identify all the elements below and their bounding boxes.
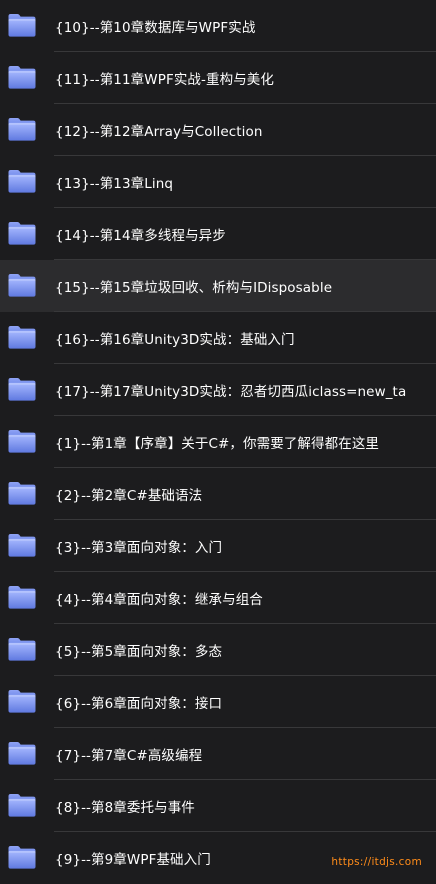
folder-name: {2}--第2章C#基础语法 <box>55 488 203 504</box>
folder-icon <box>7 324 37 350</box>
folder-name: {15}--第15章垃圾回收、析构与IDisposable <box>55 280 333 296</box>
folder-name: {12}--第12章Array与Collection <box>55 124 263 140</box>
folder-list: {10}--第10章数据库与WPF实战 {11}--第11章WPF实战-重构与美… <box>0 0 436 884</box>
folder-row[interactable]: {4}--第4章面向对象：继承与组合 <box>0 572 436 624</box>
folder-name: {7}--第7章C#高级编程 <box>55 748 203 764</box>
folder-icon <box>7 116 37 142</box>
folder-row[interactable]: {8}--第8章委托与事件 <box>0 780 436 832</box>
folder-name: {4}--第4章面向对象：继承与组合 <box>55 592 263 608</box>
folder-row[interactable]: {13}--第13章Linq <box>0 156 436 208</box>
folder-row[interactable]: {7}--第7章C#高级编程 <box>0 728 436 780</box>
folder-row[interactable]: {1}--第1章【序章】关于C#，你需要了解得都在这里 <box>0 416 436 468</box>
folder-row[interactable]: {5}--第5章面向对象：多态 <box>0 624 436 676</box>
folder-name: {6}--第6章面向对象：接口 <box>55 696 223 712</box>
folder-name: {14}--第14章多线程与异步 <box>55 228 226 244</box>
folder-icon <box>7 740 37 766</box>
folder-row[interactable]: {16}--第16章Unity3D实战：基础入门 <box>0 312 436 364</box>
folder-row[interactable]: {3}--第3章面向对象：入门 <box>0 520 436 572</box>
folder-name: {10}--第10章数据库与WPF实战 <box>55 20 256 36</box>
folder-icon <box>7 64 37 90</box>
folder-icon <box>7 584 37 610</box>
folder-name: {3}--第3章面向对象：入门 <box>55 540 223 556</box>
folder-icon <box>7 688 37 714</box>
folder-name: {17}--第17章Unity3D实战：忍者切西瓜iclass=new_ta <box>55 384 407 400</box>
folder-name: {5}--第5章面向对象：多态 <box>55 644 223 660</box>
folder-name: {1}--第1章【序章】关于C#，你需要了解得都在这里 <box>55 436 380 452</box>
folder-icon <box>7 376 37 402</box>
folder-icon <box>7 480 37 506</box>
folder-row[interactable]: {6}--第6章面向对象：接口 <box>0 676 436 728</box>
folder-name: {16}--第16章Unity3D实战：基础入门 <box>55 332 295 348</box>
folder-row[interactable]: {12}--第12章Array与Collection <box>0 104 436 156</box>
folder-icon <box>7 12 37 38</box>
folder-name: {8}--第8章委托与事件 <box>55 800 195 816</box>
folder-row[interactable]: {10}--第10章数据库与WPF实战 <box>0 0 436 52</box>
folder-icon <box>7 636 37 662</box>
folder-row[interactable]: {17}--第17章Unity3D实战：忍者切西瓜iclass=new_ta <box>0 364 436 416</box>
folder-row[interactable]: {2}--第2章C#基础语法 <box>0 468 436 520</box>
folder-row[interactable]: {14}--第14章多线程与异步 <box>0 208 436 260</box>
folder-name: {13}--第13章Linq <box>55 176 174 192</box>
folder-icon <box>7 428 37 454</box>
folder-icon <box>7 220 37 246</box>
watermark-text: https://itdjs.com <box>331 856 422 868</box>
folder-row[interactable]: {11}--第11章WPF实战-重构与美化 <box>0 52 436 104</box>
folder-icon <box>7 792 37 818</box>
folder-icon <box>7 272 37 298</box>
folder-icon <box>7 532 37 558</box>
folder-icon <box>7 168 37 194</box>
folder-row[interactable]: {15}--第15章垃圾回收、析构与IDisposable <box>0 260 436 312</box>
folder-icon <box>7 844 37 870</box>
folder-name: {11}--第11章WPF实战-重构与美化 <box>55 72 275 88</box>
